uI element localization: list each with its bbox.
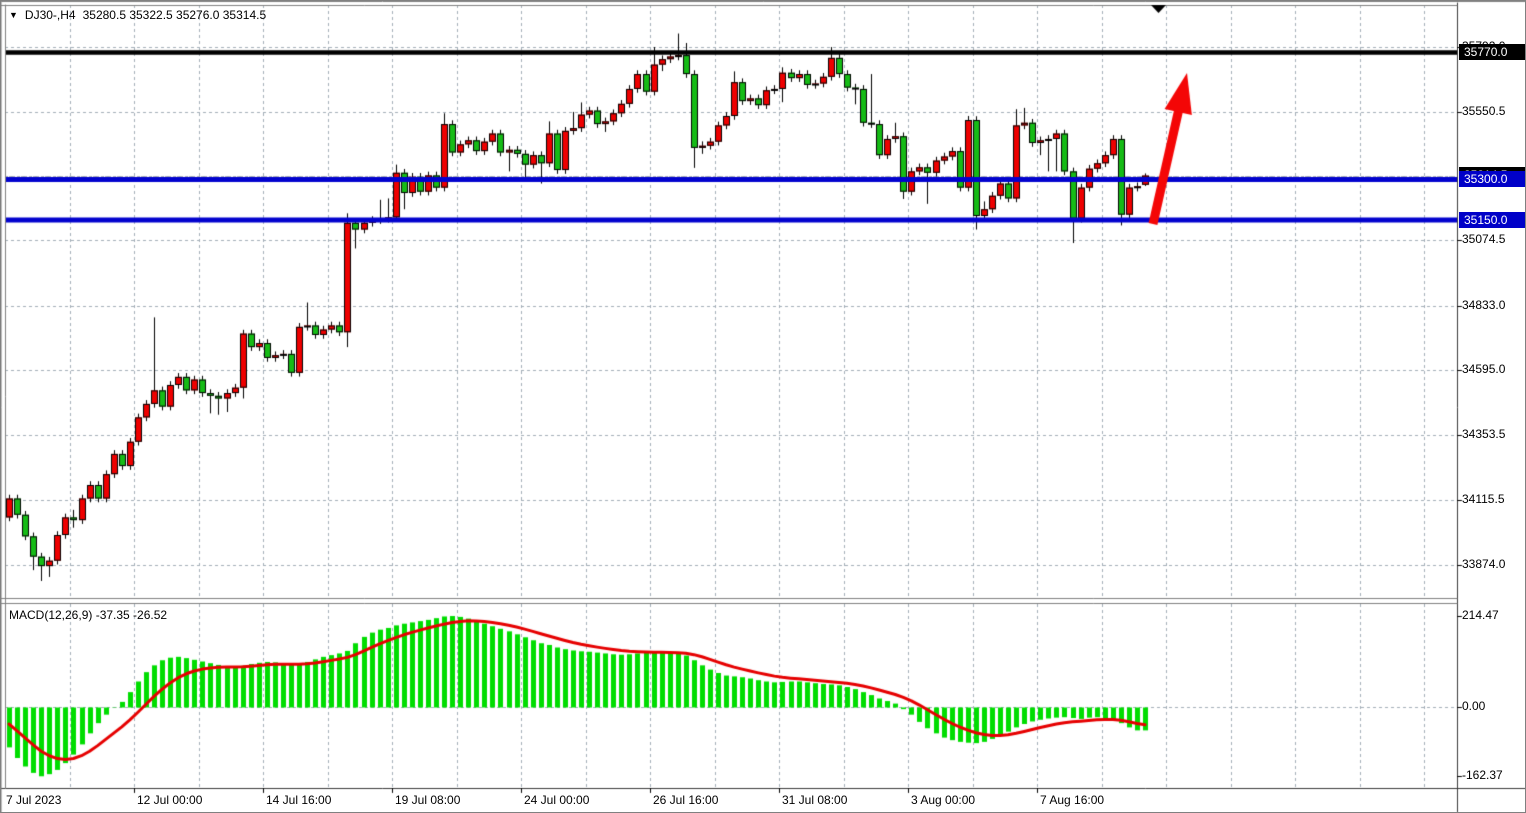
time-axis-label: 26 Jul 16:00: [653, 793, 718, 807]
price-axis-label: 34115.5: [1462, 492, 1505, 506]
price-axis-label: 33874.0: [1462, 557, 1505, 571]
price-axis-label: 35074.5: [1462, 232, 1505, 246]
time-axis-label: 19 Jul 08:00: [395, 793, 460, 807]
symbol-period-label: DJ30-,H4: [25, 8, 76, 22]
macd-axis-label: -162.37: [1462, 768, 1503, 782]
ohlc-values: 35280.5 35322.5 35276.0 35314.5: [83, 8, 267, 22]
trading-chart-window: ▼ DJ30-,H4 35280.5 35322.5 35276.0 35314…: [0, 0, 1526, 813]
chart-title: ▼ DJ30-,H4 35280.5 35322.5 35276.0 35314…: [9, 8, 266, 22]
price-badge-35150-0: 35150.0: [1459, 212, 1525, 228]
macd-axis-label: 214.47: [1462, 608, 1499, 622]
price-axis-label: 34595.0: [1462, 362, 1505, 376]
time-axis-label: 7 Aug 16:00: [1040, 793, 1104, 807]
price-axis-label: 34833.0: [1462, 298, 1505, 312]
time-axis-label: 14 Jul 16:00: [266, 793, 331, 807]
price-axis-label: 35550.5: [1462, 104, 1505, 118]
time-axis-label: 7 Jul 2023: [6, 793, 61, 807]
macd-indicator-label: MACD(12,26,9) -37.35 -26.52: [9, 608, 167, 622]
time-axis-label: 3 Aug 00:00: [911, 793, 975, 807]
time-axis-label: 12 Jul 00:00: [137, 793, 202, 807]
price-axis-label: 34353.5: [1462, 427, 1505, 441]
price-badge-35770-0: 35770.0: [1459, 44, 1525, 60]
symbol-dropdown-icon[interactable]: ▼: [9, 9, 18, 21]
macd-axis-label: 0.00: [1462, 699, 1485, 713]
time-axis-label: 31 Jul 08:00: [782, 793, 847, 807]
time-axis-label: 24 Jul 00:00: [524, 793, 589, 807]
price-chart-canvas[interactable]: [1, 1, 1526, 813]
price-badge-35300-0: 35300.0: [1459, 171, 1525, 187]
